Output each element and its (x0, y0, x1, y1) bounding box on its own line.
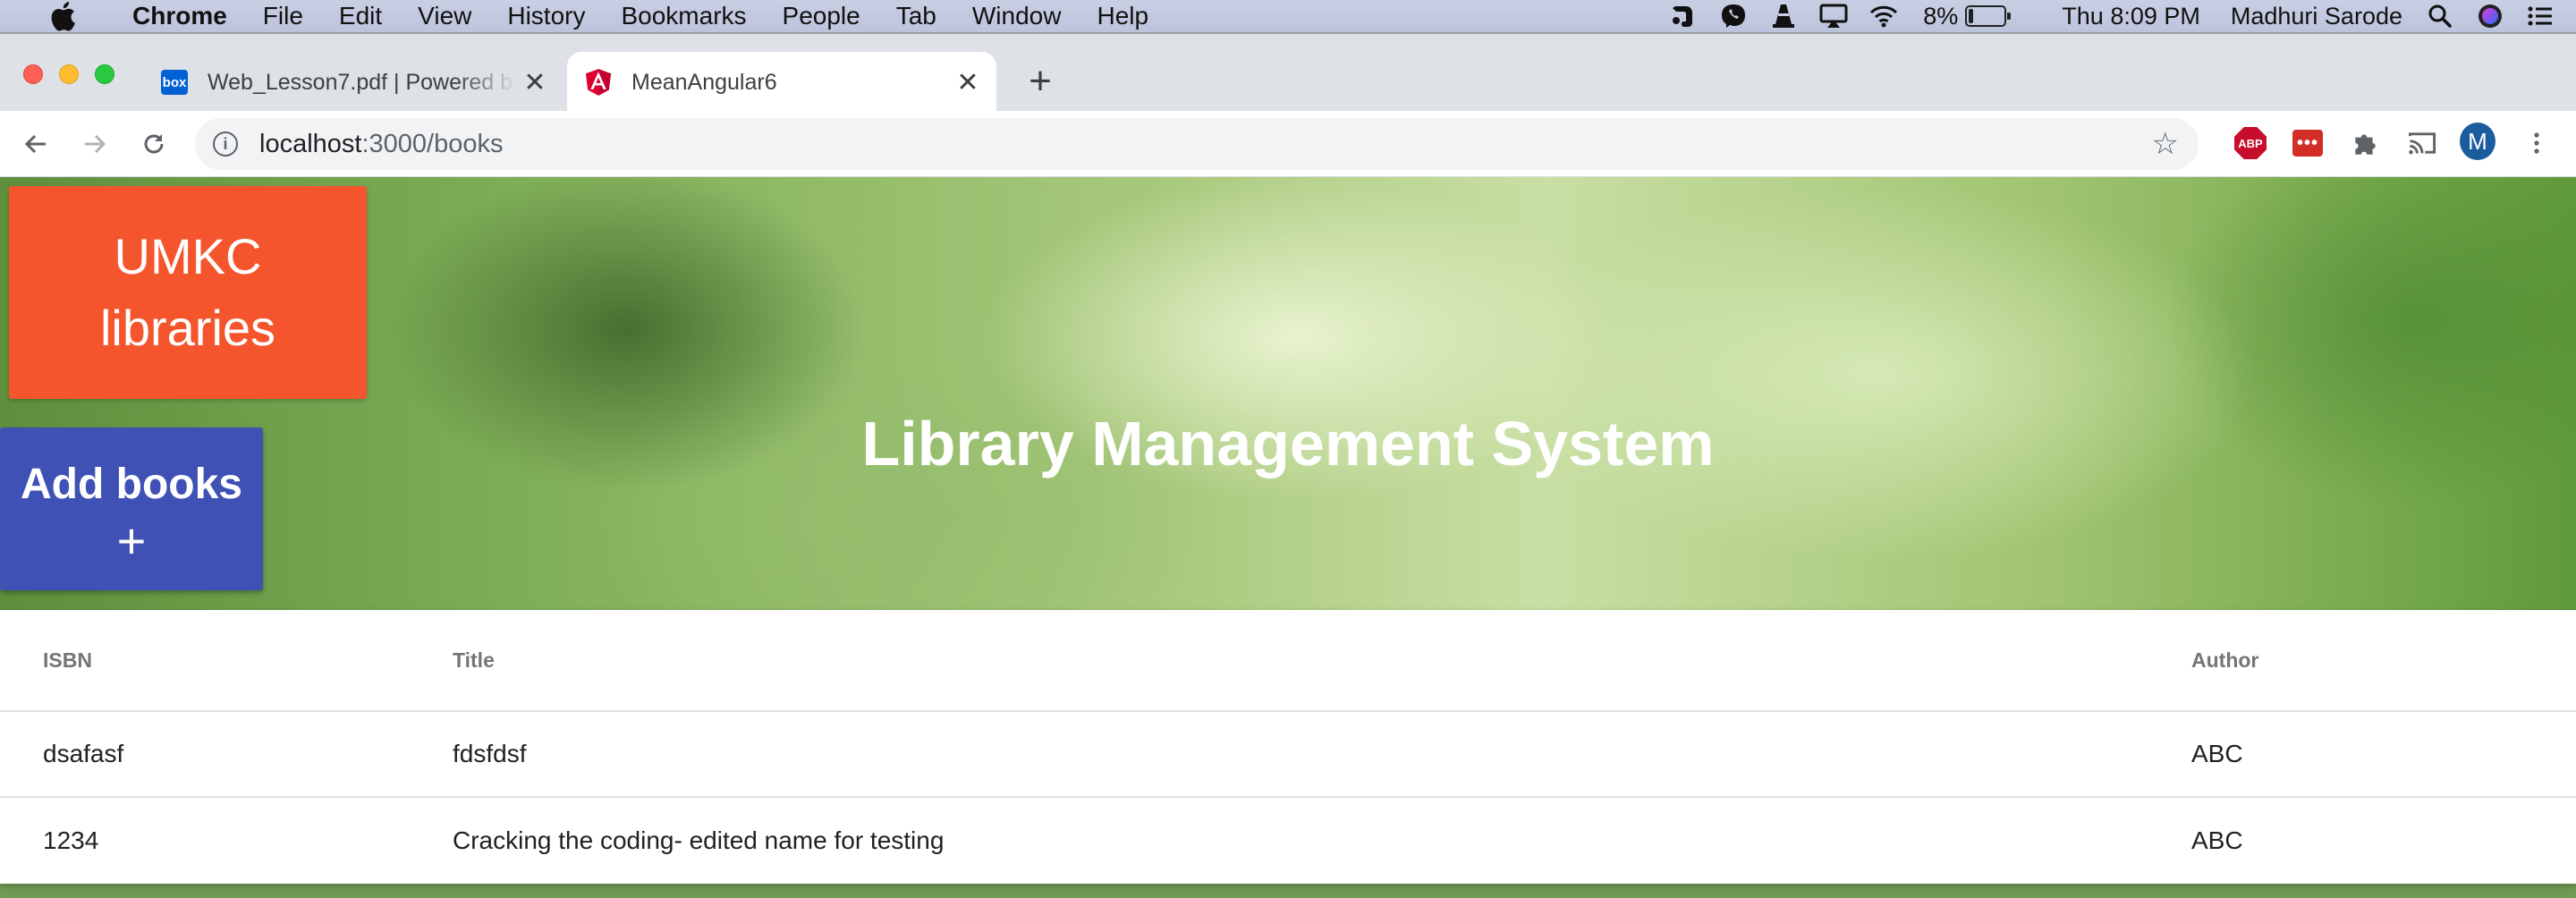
menu-file[interactable]: File (263, 0, 303, 32)
cell-title: Cracking the coding- edited name for tes… (453, 826, 945, 854)
tab-title: MeanAngular6 (631, 69, 777, 95)
forward-button[interactable] (68, 117, 122, 171)
plus-icon: + (116, 513, 147, 569)
window-minimize-button[interactable] (59, 64, 79, 84)
wifi-icon[interactable] (1866, 0, 1902, 32)
box-icon: box (161, 69, 188, 96)
page-content: Library Management System UMKC libraries… (0, 177, 2576, 898)
window-close-button[interactable] (23, 64, 43, 84)
tab-mean-angular6[interactable]: MeanAngular6 ✕ (567, 52, 996, 113)
brand-line-1: UMKC (114, 228, 262, 284)
cell-isbn: dsafasf (43, 740, 124, 767)
tab-web-lesson7[interactable]: box Web_Lesson7.pdf | Powered by Box ✕ (143, 52, 564, 113)
arrow-right-icon (85, 134, 106, 153)
reload-icon (144, 133, 164, 153)
table-row[interactable]: dsafasf fdsfdsf ABC (0, 712, 2576, 798)
menu-people[interactable]: People (783, 0, 860, 32)
chrome-menu-icon[interactable] (2519, 125, 2555, 161)
menu-window[interactable]: Window (972, 0, 1062, 32)
header-isbn[interactable]: ISBN (43, 610, 92, 710)
add-books-button[interactable]: Add books + (0, 428, 263, 590)
tab-title: Web_Lesson7.pdf | Powered by Box (208, 69, 517, 95)
adblock-plus-icon[interactable]: ABP (2233, 125, 2268, 161)
lastpass-icon[interactable]: ••• (2290, 125, 2326, 161)
siri-icon[interactable] (2472, 0, 2508, 32)
user-name[interactable]: Madhuri Sarode (2231, 3, 2402, 30)
cell-isbn: 1234 (43, 826, 99, 854)
vlc-icon[interactable] (1766, 0, 1801, 32)
umkc-libraries-logo[interactable]: UMKC libraries (9, 186, 367, 399)
control-center-icon[interactable] (2522, 0, 2558, 32)
hero-banner: Library Management System (0, 177, 2576, 610)
url-host: localhost (259, 129, 362, 158)
tab-close-icon[interactable]: ✕ (517, 64, 553, 100)
browser-toolbar: i localhost:3000/books ☆ ABP ••• M (0, 111, 2576, 177)
tab-strip: box Web_Lesson7.pdf | Powered by Box ✕ M… (0, 32, 2576, 113)
table-header-row: ISBN Title Author (0, 610, 2576, 712)
spotlight-icon[interactable] (2422, 0, 2458, 32)
window-zoom-button[interactable] (95, 64, 114, 84)
menu-history[interactable]: History (507, 0, 585, 32)
evernote-icon[interactable] (1665, 0, 1701, 32)
new-tab-button[interactable]: + (1020, 59, 1061, 103)
macos-menu-bar: Chrome File Edit View History Bookmarks … (0, 0, 2576, 32)
reload-button[interactable] (127, 117, 181, 171)
menu-tab[interactable]: Tab (896, 0, 936, 32)
viber-icon[interactable] (1716, 0, 1751, 32)
battery-percent: 8% (1923, 2, 1959, 30)
profile-initial: M (2460, 123, 2496, 160)
menu-bookmarks[interactable]: Bookmarks (621, 0, 746, 32)
angular-icon (585, 69, 612, 96)
clock[interactable]: Thu 8:09 PM (2062, 3, 2200, 30)
menu-help[interactable]: Help (1097, 0, 1148, 32)
address-bar[interactable]: i localhost:3000/books ☆ (195, 118, 2199, 170)
url-text[interactable]: localhost:3000/books (259, 130, 503, 159)
airplay-icon[interactable] (1816, 0, 1852, 32)
cell-author: ABC (2191, 826, 2243, 854)
books-table: ISBN Title Author dsafasf fdsfdsf ABC 12… (0, 610, 2576, 884)
extensions-puzzle-icon[interactable] (2347, 125, 2383, 161)
menu-edit[interactable]: Edit (339, 0, 382, 32)
arrow-left-icon (24, 134, 46, 153)
apple-menu-icon[interactable] (36, 1, 89, 31)
tab-close-icon[interactable]: ✕ (950, 64, 986, 100)
cell-author: ABC (2191, 740, 2243, 767)
page-title: Library Management System (861, 409, 1715, 479)
profile-avatar[interactable]: M (2460, 123, 2496, 160)
cell-title: fdsfdsf (453, 740, 527, 767)
brand-line-2: libraries (99, 300, 276, 356)
battery-icon[interactable] (1965, 5, 2012, 27)
site-info-icon[interactable]: i (213, 131, 238, 157)
add-books-label: Add books (21, 461, 242, 508)
bookmark-star-icon[interactable]: ☆ (2152, 129, 2179, 159)
menu-app-name[interactable]: Chrome (132, 0, 227, 32)
header-title[interactable]: Title (453, 610, 495, 710)
menu-view[interactable]: View (418, 0, 471, 32)
table-row[interactable]: 1234 Cracking the coding- edited name fo… (0, 798, 2576, 884)
url-path: :3000/books (361, 129, 504, 158)
header-author[interactable]: Author (2191, 610, 2258, 710)
back-button[interactable] (9, 117, 63, 171)
cast-icon[interactable] (2404, 125, 2440, 161)
